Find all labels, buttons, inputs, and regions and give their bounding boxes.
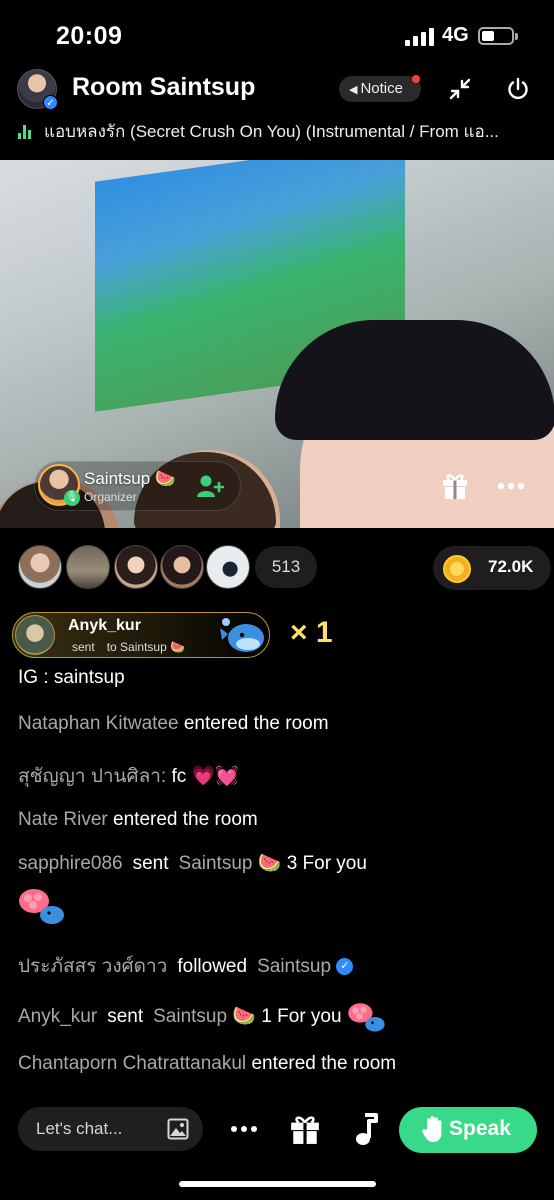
host-role: Organizer xyxy=(84,490,137,504)
host-name: Saintsup 🍉 xyxy=(84,469,177,488)
gift-sender-avatar xyxy=(15,615,55,655)
chat-action: sent xyxy=(107,1006,144,1028)
gift-sender-name: Anyk_kur xyxy=(68,617,141,634)
chat-text: entered the room xyxy=(113,809,258,830)
chat-text: fc xyxy=(171,766,187,787)
gift-count: × 1 xyxy=(290,616,333,649)
chat-target[interactable]: Saintsup 🍉 xyxy=(153,1006,256,1027)
battery-icon xyxy=(478,27,518,45)
verified-icon: ✓ xyxy=(336,958,354,976)
chat-message: สุชัญญา ปานศิลา: fc 💗💓 xyxy=(18,761,239,791)
gift-subtitle: sent to Saintsup 🍉 xyxy=(72,640,185,654)
mic-icon: 🎙 xyxy=(64,490,80,506)
home-indicator[interactable] xyxy=(179,1181,376,1187)
speak-label: Speak xyxy=(449,1117,511,1140)
now-playing-title: แอบหลงรัก (Secret Crush On You) (Instrum… xyxy=(44,122,499,141)
video-hair-right xyxy=(275,320,554,440)
chat-username[interactable]: ประภัสสร วงศ์ดาว xyxy=(18,956,167,977)
more-options-icon[interactable] xyxy=(496,476,526,496)
minimize-icon[interactable] xyxy=(449,78,471,100)
gift-sent-word: sent xyxy=(72,640,95,654)
audience-avatar[interactable] xyxy=(18,545,62,589)
now-playing-row[interactable]: แอบหลงรัก (Secret Crush On You) (Instrum… xyxy=(18,118,538,144)
gift-icon[interactable] xyxy=(440,470,470,500)
gift-icon[interactable] xyxy=(289,1113,321,1145)
rose-whale-gift-icon xyxy=(19,889,64,924)
music-note-icon[interactable] xyxy=(352,1112,380,1146)
chat-username[interactable]: Nate River xyxy=(18,809,108,830)
audience-count[interactable]: 513 xyxy=(255,546,317,588)
verified-icon: ✓ xyxy=(43,95,58,110)
chat-username[interactable]: สุชัญญา ปานศิลา: xyxy=(18,766,166,787)
audience-avatar[interactable] xyxy=(160,545,204,589)
coin-icon xyxy=(443,555,471,583)
notice-unread-dot xyxy=(412,75,420,83)
megaphone-icon: ◀ xyxy=(349,84,358,96)
room-title: Room Saintsup xyxy=(72,73,256,101)
chat-text: 1 For you xyxy=(261,1006,342,1028)
heart-emoji: 💗💓 xyxy=(191,766,239,787)
gift-to-word: to xyxy=(106,640,117,654)
chat-message: IG : saintsup xyxy=(18,667,125,689)
chat-username[interactable]: Nataphan Kitwatee xyxy=(18,713,179,734)
add-friend-icon[interactable] xyxy=(196,473,224,499)
power-icon[interactable] xyxy=(506,77,530,101)
audience-avatar[interactable] xyxy=(66,545,110,589)
chat-text: IG : saintsup xyxy=(18,667,125,688)
chat-username[interactable]: Anyk_kur xyxy=(18,1006,97,1027)
status-bar: 20:09 4G xyxy=(0,0,554,66)
audience-avatar[interactable] xyxy=(206,545,250,589)
coin-value: 72.0K xyxy=(488,557,534,576)
signal-icon xyxy=(405,28,435,46)
chat-message: Anyk_kur sent Saintsup 🍉 1 For you xyxy=(18,1000,390,1034)
more-options-icon[interactable] xyxy=(229,1122,259,1136)
rose-whale-gift-icon xyxy=(347,1003,385,1032)
raise-hand-icon xyxy=(422,1116,442,1142)
chat-action: sent xyxy=(132,853,169,874)
chat-message: sapphire086 sent Saintsup 🍉 3 For you xyxy=(18,851,367,875)
network-label: 4G xyxy=(442,24,469,46)
chat-text: 3 For you xyxy=(286,853,367,874)
chat-target[interactable]: Saintsup 🍉 xyxy=(179,853,282,874)
chat-message: ประภัสสร วงศ์ดาว followed Saintsup ✓ xyxy=(18,951,354,981)
chat-username[interactable]: sapphire086 xyxy=(18,853,123,874)
whale-gift-icon xyxy=(220,618,264,652)
chat-placeholder[interactable]: Let's chat... xyxy=(36,1119,122,1139)
chat-username[interactable]: Chantaporn Chatrattanakul xyxy=(18,1053,246,1074)
audience-avatar[interactable] xyxy=(114,545,158,589)
image-icon[interactable] xyxy=(167,1118,189,1140)
chat-message: Nataphan Kitwatee entered the room xyxy=(18,713,329,735)
notice-label: Notice xyxy=(360,80,403,97)
chat-text: entered the room xyxy=(183,713,329,734)
chat-message: Nate River entered the room xyxy=(18,809,258,831)
status-time: 20:09 xyxy=(56,22,123,50)
gift-recipient: Saintsup 🍉 xyxy=(120,640,186,654)
chat-target[interactable]: Saintsup xyxy=(257,956,331,977)
equalizer-icon xyxy=(18,124,34,139)
chat-action: followed xyxy=(177,956,248,977)
chat-message: Chantaporn Chatrattanakul entered the ro… xyxy=(18,1053,396,1075)
notice-button[interactable]: ◀ Notice xyxy=(339,76,421,102)
chat-text: entered the room xyxy=(251,1053,397,1074)
